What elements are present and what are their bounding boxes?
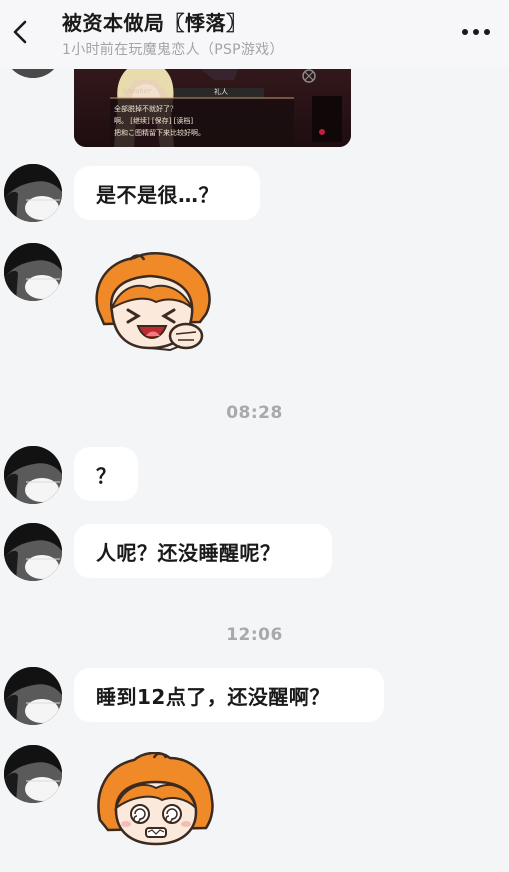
message-text: ？ [96, 463, 117, 488]
chevron-left-icon[interactable] [6, 14, 34, 50]
chat-header: 被资本做局〖悸落〗 1小时前在玩魔鬼恋人（PSP游戏） [0, 0, 509, 69]
dizzy-orange-hair-sticker[interactable] [94, 752, 218, 848]
chat-status-subtitle: 1小时前在玩魔鬼恋人（PSP游戏） [62, 42, 284, 58]
more-dots-icon[interactable] [461, 26, 491, 38]
avatar[interactable] [4, 745, 62, 803]
avatar[interactable] [4, 164, 62, 222]
avatar[interactable] [4, 667, 62, 725]
timestamp: 08:28 [226, 403, 283, 423]
message-bubble[interactable]: 是不是很…？ [74, 166, 260, 220]
game-dialog-line: 啊。 [继续] [保存] [读档] [114, 117, 194, 125]
chat-screen: 被资本做局〖悸落〗 1小时前在玩魔鬼恋人（PSP游戏） Speaker 礼人 全… [0, 0, 509, 872]
message-bubble[interactable]: 睡到12点了，还没醒啊？ [74, 668, 384, 722]
game-speaker-name: 礼人 [214, 88, 228, 96]
timestamp: 12:06 [226, 625, 283, 645]
laughing-orange-hair-sticker[interactable] [90, 252, 214, 354]
message-bubble[interactable]: 人呢？还没睡醒呢？ [74, 524, 332, 578]
avatar[interactable] [4, 243, 62, 301]
chat-title[interactable]: 被资本做局〖悸落〗 [62, 7, 247, 36]
avatar[interactable] [4, 523, 62, 581]
game-dialog-line: 把和こ图精留下来比较好啊。 [114, 129, 205, 137]
game-speaker-label: Speaker [122, 87, 152, 95]
message-text: 人呢？还没睡醒呢？ [96, 540, 281, 565]
message-text: 睡到12点了，还没醒啊？ [96, 684, 330, 709]
avatar[interactable] [4, 446, 62, 504]
message-text: 是不是很…？ [96, 182, 219, 207]
message-bubble[interactable]: ？ [74, 447, 138, 501]
game-dialog-line: 全部脱掉不就好了？ [114, 105, 177, 113]
